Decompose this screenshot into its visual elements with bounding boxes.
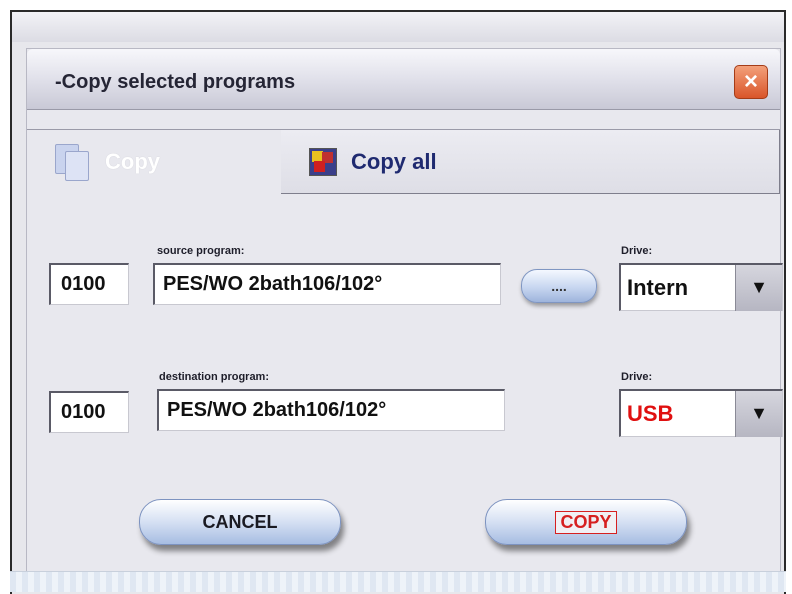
chevron-down-icon[interactable]: ▼ [735,390,782,437]
destination-drive-label: Drive: [621,371,653,383]
copy-pages-icon [53,143,91,181]
destination-drive-value: USB [627,400,674,426]
tab-copy-all-label: Copy all [351,148,437,174]
tab-copy[interactable]: Copy [27,130,282,193]
source-number-field[interactable]: 0100 [49,263,129,305]
browse-button[interactable]: .... [521,269,597,303]
destination-drive-select[interactable]: USB ▼ [619,389,783,437]
background-window-strip [10,571,786,592]
destination-program-field[interactable]: PES/WO 2bath106/102° [157,389,505,431]
copy-button-label: COPY [555,510,617,534]
browse-button-label: .... [551,278,567,294]
source-drive-select[interactable]: Intern ▼ [619,263,783,311]
source-program-field[interactable]: PES/WO 2bath106/102° [153,263,501,305]
copy-all-icon [309,147,337,176]
tab-copy-all[interactable]: Copy all [281,130,532,194]
window-top-strip [12,12,784,42]
copy-dialog: -Copy selected programs × Copy Copy all … [26,48,783,576]
chevron-down-icon[interactable]: ▼ [735,264,782,311]
destination-number-field[interactable]: 0100 [49,391,129,433]
tab-empty [531,130,780,194]
close-button[interactable]: × [734,65,768,99]
source-drive-label: Drive: [621,245,653,257]
close-icon: × [743,68,758,95]
window-frame: -Copy selected programs × Copy Copy all … [10,10,786,594]
dialog-titlebar: -Copy selected programs × [27,49,780,110]
source-program-label: source program: [157,245,245,257]
tab-bar: Copy Copy all [27,129,780,194]
source-drive-value: Intern [627,274,689,300]
copy-button[interactable]: COPY [485,499,687,545]
cancel-button[interactable]: CANCEL [139,499,341,545]
dialog-title: -Copy selected programs [55,71,296,93]
tab-copy-label: Copy [105,148,160,174]
cancel-button-label: CANCEL [202,511,278,532]
destination-program-label: destination program: [159,371,270,383]
